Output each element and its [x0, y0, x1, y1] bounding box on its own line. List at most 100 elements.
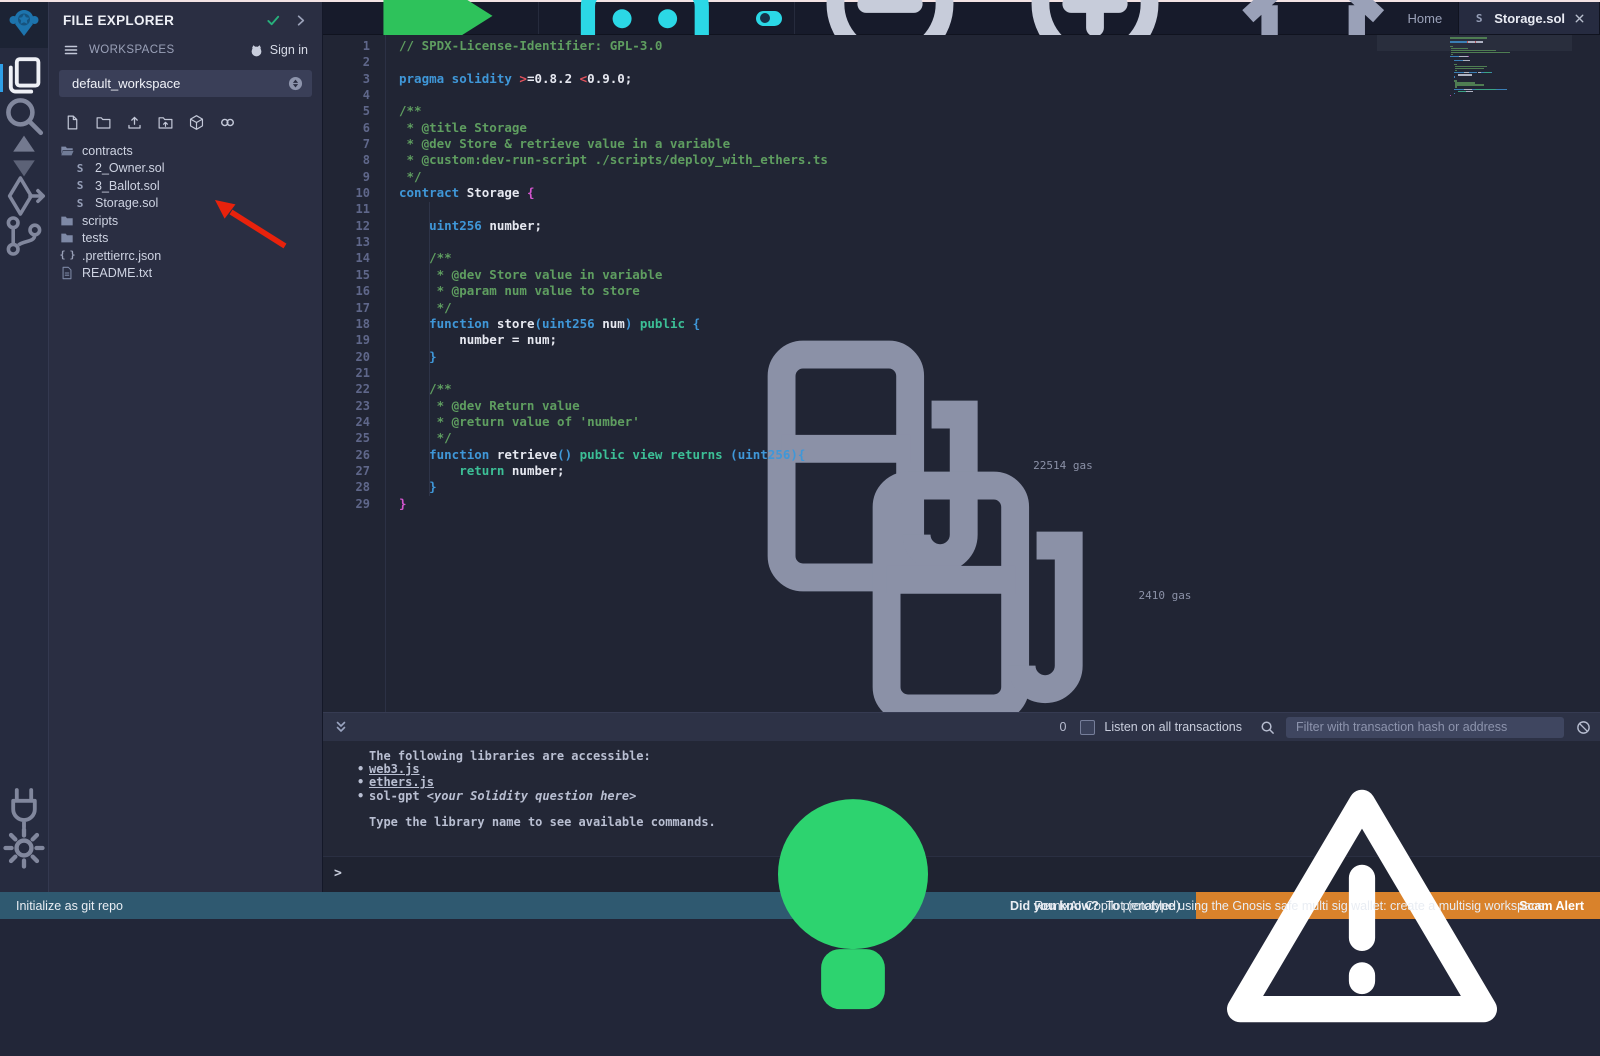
workspaces-menu-icon[interactable] [63, 42, 79, 58]
line-number: 1 [323, 38, 385, 54]
line-number: 10 [323, 185, 385, 201]
code-line: contract Storage { [399, 185, 1600, 201]
gas-estimate-badge: 2410 gas [833, 447, 1191, 712]
code-line: */ [399, 300, 1600, 316]
folder-open-icon [60, 144, 74, 158]
tab-home[interactable]: Home [1210, 2, 1458, 34]
ai-copilot-button[interactable] [542, 2, 748, 34]
code-line: function retrieve() public view returns … [399, 447, 1600, 463]
icon-rail [0, 2, 49, 892]
line-number: 7 [323, 136, 385, 152]
tree-item-2-owner-sol[interactable]: S2_Owner.sol [49, 160, 322, 178]
workspace-ok-icon [266, 13, 281, 28]
zoom-in-button[interactable] [1004, 2, 1210, 34]
line-number: 12 [323, 218, 385, 234]
init-git-repo-button[interactable]: Initialize as git repo [0, 899, 123, 913]
status-bar: Initialize as git repo Did you know? To … [0, 892, 1600, 919]
file-tree: contractsS2_Owner.solS3_Ballot.solS Stora… [49, 139, 322, 282]
tree-item-label: 3_Ballot.sol [95, 179, 160, 193]
terminal-link[interactable]: web3.js [369, 762, 420, 776]
new-file-icon[interactable] [64, 114, 81, 131]
lightbulb-icon [703, 756, 1003, 1056]
line-number: 23 [323, 398, 385, 414]
code-line: /** [399, 103, 1600, 119]
collapse-panel-icon[interactable] [293, 13, 308, 28]
workspace-sort-icon [288, 76, 303, 91]
tree-item-label: scripts [82, 214, 118, 228]
run-script-button[interactable] [323, 2, 534, 34]
sign-in-button[interactable]: Sign in [249, 43, 308, 58]
code-line: * @dev Store value in variable [399, 267, 1600, 283]
code-line: * @param num value to store [399, 283, 1600, 299]
line-number: 25 [323, 430, 385, 446]
code-area[interactable]: // SPDX-License-Identifier: GPL-3.0pragm… [386, 35, 1600, 712]
gear-icon [0, 824, 48, 877]
workspace-select[interactable]: default_workspace [59, 70, 312, 97]
link-icon[interactable] [219, 114, 236, 131]
upload-file-icon[interactable] [126, 114, 143, 131]
editor-minimap[interactable] [1450, 37, 1562, 96]
line-number: 21 [323, 365, 385, 381]
tree-item-label: 2_Owner.sol [95, 161, 164, 175]
code-line: * @dev Store & retrieve value in a varia… [399, 136, 1600, 152]
workspace-selected-value: default_workspace [72, 76, 288, 91]
tree-item-scripts[interactable]: scripts [49, 212, 322, 230]
line-number: 13 [323, 234, 385, 250]
line-number: 15 [323, 267, 385, 283]
tip-text: To prototype using the Gnosis safe multi… [1106, 899, 1548, 913]
line-number: 6 [323, 120, 385, 136]
tab-storage-sol[interactable]: S Storage.sol [1458, 2, 1600, 34]
tree-item--prettierrc-json[interactable]: { }.prettierrc.json [49, 247, 322, 265]
terminal-expand-icon[interactable] [333, 719, 349, 735]
terminal-search-icon[interactable] [1260, 720, 1275, 735]
upload-folder-icon[interactable] [157, 114, 174, 131]
toggle-on-icon [756, 11, 782, 26]
code-line [399, 87, 1600, 103]
terminal-header: 0 Listen on all transactions [323, 712, 1600, 741]
file-text-icon [60, 266, 74, 280]
remix-ide-app: FILE EXPLORER WORKSPACES Sign in default… [0, 0, 1600, 919]
tip-label: Did you know? [1010, 899, 1099, 913]
rail-item-settings[interactable] [0, 830, 48, 870]
tree-item-storage-sol[interactable]: S Storage.sol [49, 195, 322, 213]
tree-item-readme-txt[interactable]: README.txt [49, 265, 322, 283]
file-explorer-panel: FILE EXPLORER WORKSPACES Sign in default… [49, 2, 323, 892]
code-line: /** [399, 250, 1600, 266]
folder-icon [60, 214, 74, 228]
close-tab-icon[interactable] [1573, 12, 1586, 25]
solidity-file-icon: S [73, 196, 87, 210]
tree-item-3-ballot-sol[interactable]: S3_Ballot.sol [49, 177, 322, 195]
line-number: 9 [323, 169, 385, 185]
code-line: * @title Storage [399, 120, 1600, 136]
line-number: 14 [323, 250, 385, 266]
zoom-out-button[interactable] [799, 2, 1005, 34]
line-number: 20 [323, 349, 385, 365]
line-number: 22 [323, 381, 385, 397]
line-number: 28 [323, 479, 385, 495]
code-editor[interactable]: 1234567891011121314151617181920212223242… [323, 35, 1600, 712]
cube-icon[interactable] [188, 114, 205, 131]
clear-console-icon[interactable] [1576, 720, 1591, 735]
terminal-link[interactable]: ethers.js [369, 775, 434, 789]
tree-item-tests[interactable]: tests [49, 230, 322, 248]
filter-input[interactable] [1286, 717, 1564, 738]
page-title: FILE EXPLORER [63, 13, 254, 28]
tab-bar: Home S Storage.sol [323, 2, 1600, 35]
rail-item-source-control[interactable] [0, 218, 48, 258]
sign-in-label: Sign in [270, 43, 308, 57]
solidity-file-icon: S [1472, 11, 1486, 25]
remix-logo [0, 2, 48, 48]
line-number: 2 [323, 54, 385, 70]
code-line: * @custom:dev-run-script ./scripts/deplo… [399, 152, 1600, 168]
listen-label: Listen on all transactions [1104, 720, 1242, 734]
tree-item-label: Storage.sol [95, 196, 158, 210]
line-number: 3 [323, 71, 385, 87]
line-number: 17 [323, 300, 385, 316]
line-number: 29 [323, 496, 385, 512]
copilot-toggle[interactable] [748, 2, 790, 34]
new-folder-icon[interactable] [95, 114, 112, 131]
json-icon: { } [60, 249, 74, 263]
listen-checkbox[interactable] [1080, 720, 1095, 735]
tree-item-contracts[interactable]: contracts [49, 142, 322, 160]
folder-icon [60, 231, 74, 245]
